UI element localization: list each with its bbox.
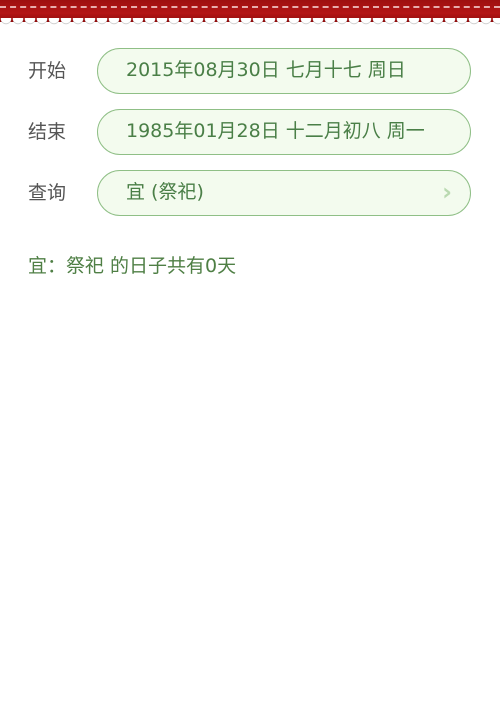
end-date-row: 结束 1985年01月28日 十二月初八 周一 xyxy=(0,109,500,155)
app-screen: 开始 2015年08月30日 七月十七 周日 结束 1985年01月28日 十二… xyxy=(0,0,500,710)
header-decoration xyxy=(0,0,500,28)
start-date-row: 开始 2015年08月30日 七月十七 周日 xyxy=(0,48,500,94)
stitch-line xyxy=(0,6,500,8)
chevron-right-icon: › xyxy=(442,178,452,206)
start-date-field[interactable]: 2015年08月30日 七月十七 周日 xyxy=(97,48,471,94)
query-field[interactable]: 宜 (祭祀) › xyxy=(97,170,471,216)
start-date-label: 开始 xyxy=(28,60,67,82)
end-date-label: 结束 xyxy=(28,121,67,143)
torn-edge xyxy=(0,18,500,28)
query-label: 查询 xyxy=(28,182,67,204)
result-summary: 宜：祭祀 的日子共有0天 xyxy=(28,255,237,277)
end-date-field[interactable]: 1985年01月28日 十二月初八 周一 xyxy=(97,109,471,155)
query-row: 查询 宜 (祭祀) › xyxy=(0,170,500,216)
query-value: 宜 (祭祀) xyxy=(126,181,204,203)
start-date-value: 2015年08月30日 七月十七 周日 xyxy=(126,59,406,81)
end-date-value: 1985年01月28日 十二月初八 周一 xyxy=(126,120,425,142)
